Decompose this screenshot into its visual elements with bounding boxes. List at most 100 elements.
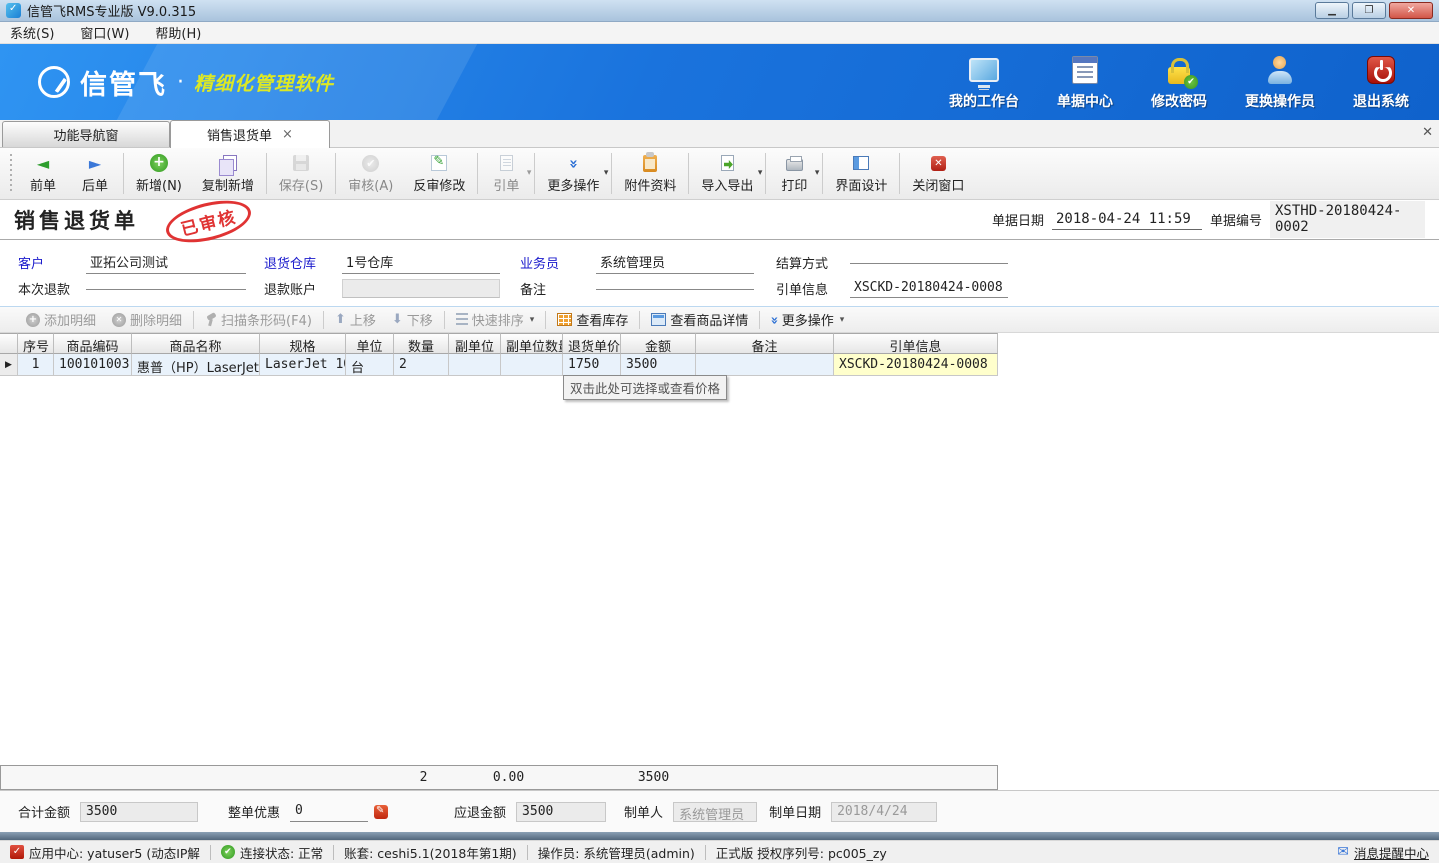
change-password-button[interactable]: 修改密码 <box>1151 53 1207 111</box>
cell-qty[interactable]: 2 <box>394 354 449 376</box>
footer-form: 合计金额 3500 整单优惠 0 应退金额 3500 制单人 系统管理员 制单日… <box>0 790 1439 832</box>
close-window-button[interactable]: 关闭窗口 <box>902 148 974 199</box>
cell-spec[interactable]: LaserJet 1020 <box>260 354 346 376</box>
col-amount[interactable]: 金额 <box>621 333 696 354</box>
prev-doc-button[interactable]: 前单 <box>17 148 69 199</box>
copy-new-button[interactable]: 复制新增 <box>192 148 264 199</box>
view-product-detail-button[interactable]: 查看商品详情 <box>644 309 755 331</box>
close-button[interactable]: ✕ <box>1389 2 1433 19</box>
col-remark[interactable]: 备注 <box>696 333 834 354</box>
col-seq[interactable]: 序号 <box>18 333 54 354</box>
cell-ref-info[interactable]: XSCKD-20180424-0008 <box>834 354 998 376</box>
salesman-field[interactable]: 系统管理员 <box>596 251 754 274</box>
window-title: 信管飞RMS专业版 V9.0.315 <box>27 1 196 20</box>
stock-grid-icon <box>557 313 572 326</box>
col-spec[interactable]: 规格 <box>260 333 346 354</box>
arrow-down-icon <box>392 312 403 327</box>
tabstrip-close-icon[interactable]: ✕ <box>1422 125 1433 140</box>
view-stock-button[interactable]: 查看库存 <box>550 309 635 331</box>
col-return-price[interactable]: 退货单价 <box>563 333 621 354</box>
warehouse-field[interactable]: 1号仓库 <box>342 251 500 274</box>
col-sub-unit[interactable]: 副单位 <box>449 333 501 354</box>
dropdown-arrow-icon: ▾ <box>530 315 535 325</box>
exit-system-button[interactable]: 退出系统 <box>1353 53 1409 111</box>
ref-info-field[interactable]: XSCKD-20180424-0008 <box>850 279 1008 298</box>
settlement-field[interactable] <box>850 260 1008 264</box>
minimize-button[interactable]: ▁ <box>1315 2 1349 19</box>
import-export-button[interactable]: 导入导出▾ <box>691 148 763 199</box>
ui-design-button[interactable]: 界面设计 <box>825 148 897 199</box>
document-list-icon <box>1072 56 1098 84</box>
document-icon <box>500 155 513 171</box>
cell-sub-qty[interactable] <box>501 354 563 376</box>
header-fields: 客户 亚拓公司测试 退货仓库 1号仓库 业务员 系统管理员 结算方式 本次退款 … <box>0 240 1439 307</box>
col-unit[interactable]: 单位 <box>346 333 394 354</box>
red-close-icon <box>931 156 946 171</box>
refund-account-label: 退款账户 <box>264 279 342 298</box>
tab-nav-window[interactable]: 功能导航窗 <box>2 121 170 147</box>
dropdown-arrow-icon: ▾ <box>527 168 532 178</box>
workbench-monitor-icon <box>969 58 999 82</box>
tab-sales-return[interactable]: 销售退货单 × <box>170 120 330 148</box>
attachments-button[interactable]: 附件资料 <box>614 148 686 199</box>
account-set-status: 账套: ceshi5.1(2018年第1期) <box>344 843 517 862</box>
app-center-status: 应用中心: yatuser5 (动态IP解 <box>10 843 200 862</box>
app-center-icon <box>10 845 24 859</box>
cell-amount[interactable]: 3500 <box>621 354 696 376</box>
brand-name: 信管飞 <box>80 63 167 102</box>
exit-power-icon <box>1367 56 1395 84</box>
menu-help[interactable]: 帮助(H) <box>155 23 201 42</box>
col-product-code[interactable]: 商品编码 <box>54 333 132 354</box>
make-date-field: 2018/4/24 <box>831 802 937 822</box>
menu-system[interactable]: 系统(S) <box>10 23 54 42</box>
add-circle-icon <box>26 313 40 327</box>
document-center-button[interactable]: 单据中心 <box>1057 53 1113 111</box>
cell-product-name[interactable]: 惠普（HP）LaserJet <box>132 354 260 376</box>
status-bar: 应用中心: yatuser5 (动态IP解 连接状态: 正常 账套: ceshi… <box>0 840 1439 863</box>
delete-circle-icon <box>112 313 126 327</box>
main-toolbar: 前单 后单 新增(N) 复制新增 保存(S) 审核(A) 反审修改 引单▾ 更多… <box>0 148 1439 200</box>
discount-edit-icon[interactable] <box>374 805 388 819</box>
restore-button[interactable]: ❐ <box>1352 2 1386 19</box>
refund-field[interactable] <box>86 286 246 290</box>
message-center-link[interactable]: 消息提醒中心 <box>1337 843 1429 862</box>
maker-label: 制单人 <box>624 802 663 821</box>
cell-remark[interactable] <box>696 354 834 376</box>
menu-window[interactable]: 窗口(W) <box>80 23 129 42</box>
col-product-name[interactable]: 商品名称 <box>132 333 260 354</box>
chevrons-down-icon <box>767 316 782 322</box>
form-header: 销售退货单 已审核 单据日期 2018-04-24 11:59 单据编号 XST… <box>0 200 1439 240</box>
detail-more-actions-button[interactable]: 更多操作▾ <box>764 309 851 331</box>
refundable-field: 3500 <box>516 802 606 822</box>
cell-unit[interactable]: 台 <box>346 354 394 376</box>
more-actions-button[interactable]: 更多操作▾ <box>537 148 609 199</box>
clipboard-icon <box>643 155 657 172</box>
brand-logo-icon <box>38 66 70 98</box>
remark-field[interactable] <box>596 286 754 290</box>
workbench-button[interactable]: 我的工作台 <box>949 53 1019 111</box>
new-button[interactable]: 新增(N) <box>126 148 192 199</box>
printer-icon <box>786 159 803 171</box>
menu-bar: 系统(S) 窗口(W) 帮助(H) <box>0 22 1439 44</box>
tab-close-icon[interactable]: × <box>282 127 293 142</box>
next-doc-button[interactable]: 后单 <box>69 148 121 199</box>
col-sub-qty[interactable]: 副单位数量 <box>501 333 563 354</box>
col-qty[interactable]: 数量 <box>394 333 449 354</box>
discount-field[interactable]: 0 <box>290 802 368 822</box>
col-ref-info[interactable]: 引单信息 <box>834 333 998 354</box>
customer-field[interactable]: 亚拓公司测试 <box>86 251 246 274</box>
doc-date-field[interactable]: 2018-04-24 11:59 <box>1052 210 1202 230</box>
change-operator-button[interactable]: 更换操作员 <box>1245 53 1315 111</box>
dropdown-arrow-icon: ▾ <box>604 168 609 178</box>
cell-return-price[interactable]: 1750 <box>563 354 621 376</box>
cell-sub-unit[interactable] <box>449 354 501 376</box>
print-button[interactable]: 打印▾ <box>768 148 820 199</box>
doc-no-label: 单据编号 <box>1210 210 1262 229</box>
floppy-icon <box>293 155 309 171</box>
discount-label: 整单优惠 <box>228 802 280 821</box>
summary-amount: 3500 <box>616 770 691 785</box>
cell-seq[interactable]: 1 <box>18 354 54 376</box>
cell-product-code[interactable]: 100101003 <box>54 354 132 376</box>
unaudit-button[interactable]: 反审修改 <box>403 148 475 199</box>
grid-data-row[interactable]: ▶ 1 100101003 惠普（HP）LaserJet LaserJet 10… <box>0 354 1439 376</box>
